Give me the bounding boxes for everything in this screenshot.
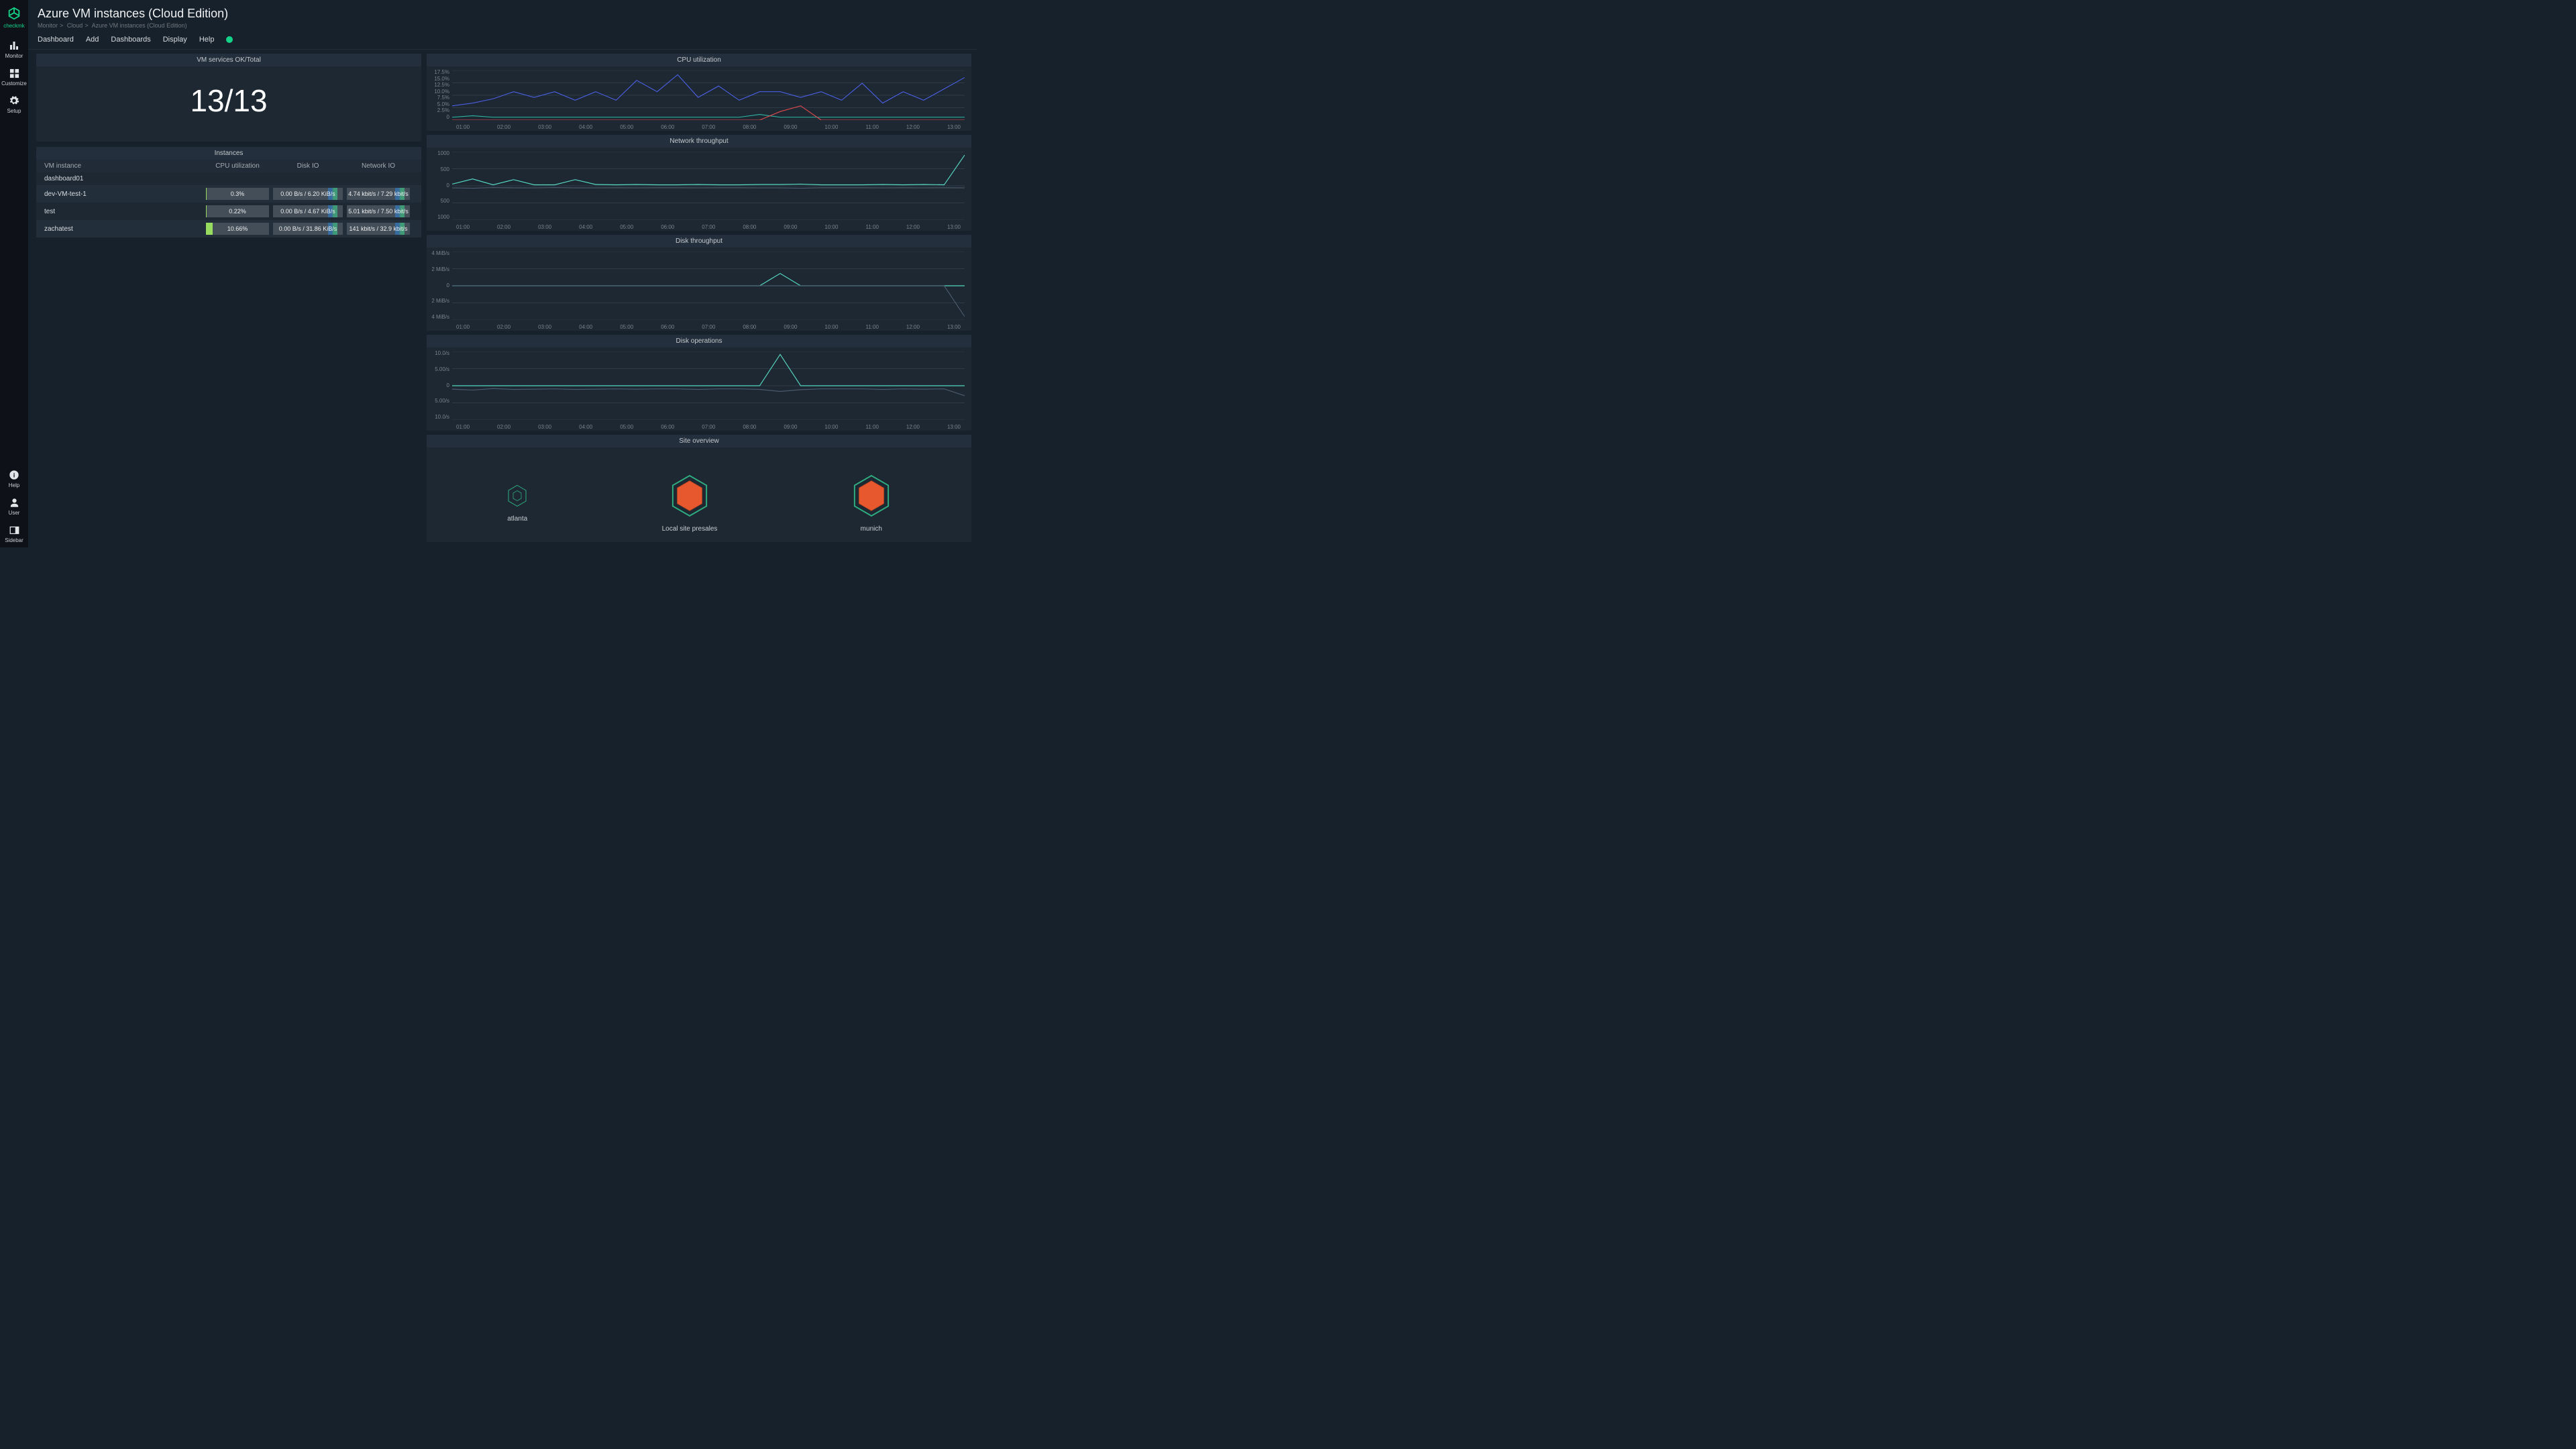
metric-cell: 5.01 kbit/s / 7.50 kbit/s	[347, 205, 410, 217]
col-header: Network IO	[345, 162, 412, 170]
sidebar-item-help[interactable]: i Help	[0, 465, 28, 492]
panel-title: CPU utilization	[427, 54, 971, 66]
site-label: munich	[861, 525, 882, 533]
status-ok-icon[interactable]	[226, 36, 233, 43]
table-cell: 0.00 B/s / 4.67 KiB/s	[271, 205, 345, 217]
instance-name: dashboard01	[36, 175, 204, 182]
logo-icon[interactable]	[5, 4, 23, 23]
table-row[interactable]: zachatest10.66% 0.00 B/s / 31.86 KiB/s 141…	[36, 220, 421, 237]
sidebar-item-setup[interactable]: Setup	[0, 91, 28, 118]
crumb-link[interactable]: Azure VM instances (Cloud Edition)	[92, 22, 187, 29]
menu-display[interactable]: Display	[163, 36, 187, 44]
metric-cell: 0.00 B/s / 31.86 KiB/s	[273, 223, 343, 235]
metric-cell: 4.74 kbit/s / 7.29 kbit/s	[347, 188, 410, 200]
sidebar-item-label: User	[9, 510, 20, 516]
menu-add[interactable]: Add	[86, 36, 99, 44]
sidebar-item-user[interactable]: User	[0, 492, 28, 520]
sidebar-item-label: Monitor	[5, 53, 23, 59]
crumb-link[interactable]: Monitor	[38, 22, 58, 29]
table-cell: 0.22%	[204, 205, 271, 217]
site-label: Local site presales	[662, 525, 718, 533]
panel-disk-operations: Disk operations 10.0/s5.00/s05.00/s10.0/…	[427, 335, 971, 431]
table-cell: 0.00 B/s / 31.86 KiB/s	[271, 223, 345, 235]
y-axis: 17.5%15.0%12.5%10.0%7.5%5.0%2.5%0	[427, 66, 452, 131]
col-header: CPU utilization	[204, 162, 271, 170]
sidebar-item-label: Help	[9, 482, 19, 488]
panel-disk-throughput: Disk throughput 4 MiB/s2 MiB/s02 MiB/s4 …	[427, 235, 971, 331]
chart-plot[interactable]: 01:0002:0003:0004:0005:0006:0007:0008:00…	[452, 66, 965, 131]
user-icon	[8, 496, 20, 508]
vm-services-count: 13/13	[36, 66, 421, 142]
sidebar: checkmk Monitor Customize Setup i Help U…	[0, 0, 28, 547]
y-axis: 100050005001000	[427, 148, 452, 231]
panel-title: Network throughput	[427, 135, 971, 148]
breadcrumb: Monitor> Cloud> Azure VM instances (Clou…	[38, 22, 967, 29]
grid-icon	[8, 67, 20, 79]
svg-text:i: i	[13, 472, 15, 478]
logo-text: checkmk	[3, 23, 25, 29]
site-hexagon[interactable]: atlanta	[507, 484, 527, 523]
gear-icon	[8, 95, 20, 107]
table-row[interactable]: dashboard01	[36, 172, 421, 185]
panel-title: Disk operations	[427, 335, 971, 347]
table-cell: 0.3%	[204, 188, 271, 200]
table-cell: 10.66%	[204, 223, 271, 235]
panel-icon	[8, 524, 20, 536]
panel-title: VM services OK/Total	[36, 54, 421, 66]
table-row[interactable]: dev-VM-test-10.3% 0.00 B/s / 6.20 KiB/s 4.…	[36, 185, 421, 203]
instance-name: zachatest	[36, 225, 204, 233]
sidebar-item-customize[interactable]: Customize	[0, 63, 28, 91]
site-hexagon[interactable]: munich	[852, 474, 891, 533]
crumb-link[interactable]: Cloud	[67, 22, 83, 29]
menu-dashboards[interactable]: Dashboards	[111, 36, 150, 44]
col-header: Disk IO	[271, 162, 345, 170]
menu-dashboard[interactable]: Dashboard	[38, 36, 74, 44]
metric-cell: 0.00 B/s / 6.20 KiB/s	[273, 188, 343, 200]
panel-title: Site overview	[427, 435, 971, 447]
menu-help[interactable]: Help	[199, 36, 215, 44]
table-header: VM instance CPU utilization Disk IO Netw…	[36, 160, 421, 172]
page-header: Azure VM instances (Cloud Edition) Monit…	[28, 0, 977, 32]
panel-instances: Instances VM instance CPU utilization Di…	[36, 147, 421, 237]
panel-site-overview: Site overview atlanta Local site presales…	[427, 435, 971, 542]
sidebar-item-label: Sidebar	[5, 537, 23, 543]
instance-name: test	[36, 208, 204, 215]
y-axis: 4 MiB/s2 MiB/s02 MiB/s4 MiB/s	[427, 248, 452, 331]
chart-plot[interactable]: 01:0002:0003:0004:0005:0006:0007:0008:00…	[452, 347, 965, 431]
sidebar-item-sidebar[interactable]: Sidebar	[0, 520, 28, 547]
panel-title: Instances	[36, 147, 421, 160]
chart-plot[interactable]: 01:0002:0003:0004:0005:0006:0007:0008:00…	[452, 248, 965, 331]
panel-title: Disk throughput	[427, 235, 971, 248]
table-cell: 4.74 kbit/s / 7.29 kbit/s	[345, 188, 412, 200]
info-icon: i	[8, 469, 20, 481]
site-hexagon[interactable]: Local site presales	[662, 474, 718, 533]
sidebar-item-monitor[interactable]: Monitor	[0, 36, 28, 63]
page-menu: Dashboard Add Dashboards Display Help	[28, 32, 977, 50]
table-row[interactable]: test0.22% 0.00 B/s / 4.67 KiB/s 5.01 kbit/…	[36, 203, 421, 220]
panel-network-throughput: Network throughput 100050005001000 01:00…	[427, 135, 971, 231]
site-label: atlanta	[507, 515, 527, 523]
sidebar-item-label: Setup	[7, 108, 21, 114]
metric-cell: 0.00 B/s / 4.67 KiB/s	[273, 205, 343, 217]
bar-chart-icon	[8, 40, 20, 52]
y-axis: 10.0/s5.00/s05.00/s10.0/s	[427, 347, 452, 431]
metric-cell: 10.66%	[206, 223, 269, 235]
table-cell: 141 kbit/s / 32.9 kbit/s	[345, 223, 412, 235]
panel-cpu-utilization: CPU utilization 17.5%15.0%12.5%10.0%7.5%…	[427, 54, 971, 131]
instance-name: dev-VM-test-1	[36, 191, 204, 198]
col-header: VM instance	[36, 162, 204, 170]
chart-plot[interactable]: 01:0002:0003:0004:0005:0006:0007:0008:00…	[452, 148, 965, 231]
panel-vm-services: VM services OK/Total 13/13	[36, 54, 421, 142]
page-title: Azure VM instances (Cloud Edition)	[38, 7, 967, 21]
table-cell: 0.00 B/s / 6.20 KiB/s	[271, 188, 345, 200]
metric-cell: 0.22%	[206, 205, 269, 217]
sidebar-item-label: Customize	[1, 80, 27, 87]
metric-cell: 0.3%	[206, 188, 269, 200]
table-cell: 5.01 kbit/s / 7.50 kbit/s	[345, 205, 412, 217]
metric-cell: 141 kbit/s / 32.9 kbit/s	[347, 223, 410, 235]
